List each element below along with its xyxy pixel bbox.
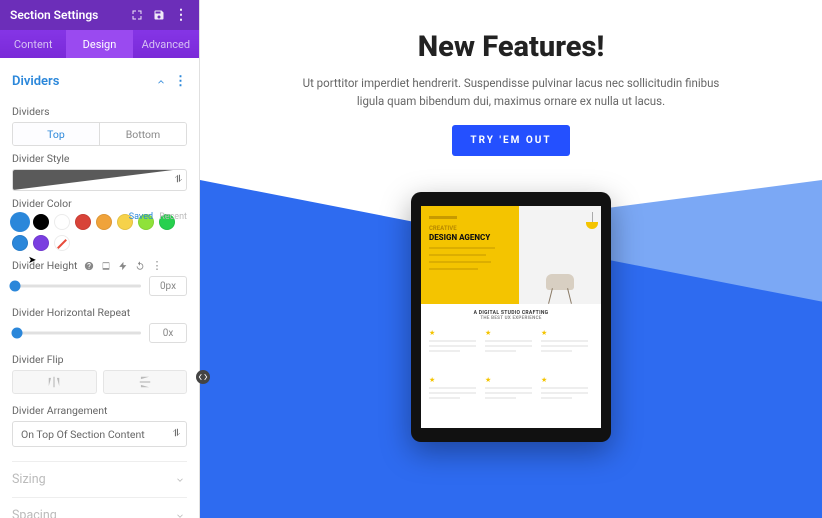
- color-swatch[interactable]: [12, 214, 28, 230]
- help-icon[interactable]: [83, 260, 94, 271]
- saved-label[interactable]: Saved: [129, 212, 153, 222]
- color-swatch[interactable]: [33, 214, 49, 230]
- divider-top-button[interactable]: Top: [13, 123, 100, 145]
- color-swatch[interactable]: [54, 214, 70, 230]
- group-title: Dividers: [12, 74, 59, 89]
- updown-icon: ⥮: [173, 428, 180, 439]
- group-dividers-header[interactable]: Dividers ⋮: [12, 68, 187, 99]
- chevron-up-icon: [154, 75, 168, 89]
- divider-style-preview: [13, 170, 186, 190]
- expand-icon[interactable]: [129, 7, 145, 23]
- flip-vertical-button[interactable]: [103, 370, 188, 394]
- chair-icon: [540, 260, 580, 304]
- color-swatch[interactable]: [54, 235, 70, 251]
- sidebar-body: Dividers ⋮ Dividers Top Bottom Divider S…: [0, 58, 199, 518]
- tablet-icon[interactable]: [100, 260, 111, 271]
- divider-height-value[interactable]: 0px: [149, 276, 187, 296]
- settings-sidebar: Section Settings ⋮ Content Design Advanc…: [0, 0, 200, 518]
- divider-repeat-slider-row: 0x: [12, 323, 187, 343]
- divider-arrangement-value: On Top Of Section Content: [21, 428, 145, 441]
- tablet-title: DESIGN AGENCY: [429, 233, 511, 242]
- updown-icon: ⥮: [175, 174, 182, 185]
- tablet-screen: CREATIVE DESIGN AGENCY A DIGITAL STUDIO …: [421, 206, 601, 428]
- chevron-down-icon: [173, 509, 187, 518]
- tab-content[interactable]: Content: [0, 30, 66, 58]
- divider-bottom-button[interactable]: Bottom: [100, 123, 186, 145]
- tab-design[interactable]: Design: [66, 30, 132, 58]
- hover-icon[interactable]: [117, 260, 128, 271]
- hero-subtext: Ut porttitor imperdiet hendrerit. Suspen…: [296, 74, 726, 111]
- color-swatch[interactable]: [96, 214, 112, 230]
- color-swatch[interactable]: [75, 214, 91, 230]
- divider-arrangement-label: Divider Arrangement: [12, 404, 187, 417]
- color-meta: Saved Recent: [129, 212, 187, 222]
- divider-height-slider[interactable]: [12, 279, 141, 293]
- divider-flip-row: [12, 370, 187, 394]
- tablet-feature-grid: ★ ★ ★ ★ ★ ★: [421, 325, 601, 428]
- hero-headline: New Features!: [240, 30, 782, 64]
- divider-flip-label: Divider Flip: [12, 353, 187, 366]
- divider-style-select[interactable]: ⥮: [12, 169, 187, 191]
- tab-advanced[interactable]: Advanced: [133, 30, 199, 58]
- group-sizing[interactable]: Sizing: [12, 461, 187, 497]
- sidebar-title: Section Settings: [10, 8, 98, 22]
- settings-tabs: Content Design Advanced: [0, 30, 199, 58]
- color-swatch[interactable]: [12, 235, 28, 251]
- divider-arrangement-select[interactable]: On Top Of Section Content ⥮: [12, 421, 187, 447]
- chevron-down-icon: [173, 473, 187, 487]
- kebab-menu-icon[interactable]: ⋮: [173, 7, 189, 23]
- page-preview: New Features! Ut porttitor imperdiet hen…: [200, 0, 822, 518]
- divider-style-label: Divider Style: [12, 152, 187, 165]
- divider-color-label: Divider Color: [12, 197, 187, 210]
- divider-height-label: Divider Height: [12, 259, 77, 272]
- lamp-icon: [579, 212, 595, 238]
- options-icon[interactable]: ⋮: [151, 260, 162, 271]
- dividers-label: Dividers: [12, 105, 187, 118]
- divider-repeat-value[interactable]: 0x: [149, 323, 187, 343]
- divider-side-segmented: Top Bottom: [12, 122, 187, 146]
- flip-horizontal-button[interactable]: [12, 370, 97, 394]
- hero-cta-button[interactable]: TRY 'EM OUT: [452, 125, 569, 156]
- divider-repeat-label: Divider Horizontal Repeat: [12, 306, 187, 319]
- sidebar-header: Section Settings ⋮: [0, 0, 199, 30]
- tablet-kicker: CREATIVE: [429, 225, 511, 232]
- hero-section: New Features! Ut porttitor imperdiet hen…: [200, 0, 822, 176]
- recent-label[interactable]: Recent: [159, 212, 187, 222]
- divider-repeat-slider[interactable]: [12, 326, 141, 340]
- panel-resize-handle[interactable]: [196, 370, 210, 384]
- group-menu-icon[interactable]: ⋮: [174, 74, 187, 89]
- tablet-hero-left: CREATIVE DESIGN AGENCY: [421, 206, 519, 304]
- tablet-mockup: CREATIVE DESIGN AGENCY A DIGITAL STUDIO …: [411, 192, 611, 442]
- tablet-hero-right: [519, 206, 601, 304]
- save-icon[interactable]: [151, 7, 167, 23]
- group-spacing[interactable]: Spacing: [12, 497, 187, 518]
- divider-height-slider-row: 0px: [12, 276, 187, 296]
- color-swatch[interactable]: [33, 235, 49, 251]
- tablet-mid: A DIGITAL STUDIO CRAFTING THE BEST UX EX…: [421, 304, 601, 325]
- undo-icon[interactable]: [134, 260, 145, 271]
